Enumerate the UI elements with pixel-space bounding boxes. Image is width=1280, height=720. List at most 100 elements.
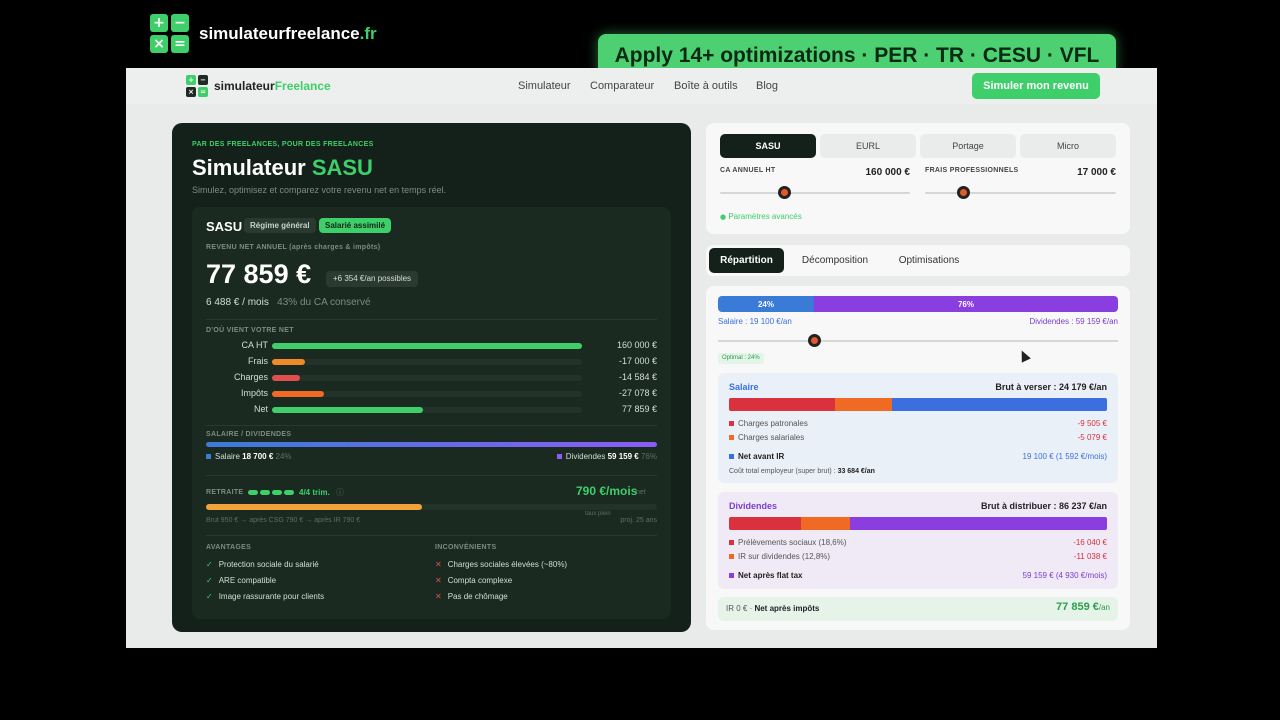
flow-bar — [272, 359, 305, 365]
dividendes-box-title: Dividendes — [729, 501, 778, 511]
flow-row: Net 77 859 € — [206, 404, 657, 416]
repartition-slider-handle[interactable] — [808, 334, 821, 347]
nav-logo[interactable]: + − × = simulateurFreelance — [186, 75, 331, 97]
avantage-text: Protection sociale du salarié — [218, 560, 319, 569]
tab-optimisations[interactable]: Optimisations — [886, 248, 972, 273]
minus-glyph: − — [198, 75, 208, 85]
frais-slider-handle[interactable] — [957, 186, 970, 199]
times-glyph: × — [186, 87, 196, 97]
ir-dividendes-row: IR sur dividendes (12,8%) -11 038 € — [729, 552, 1107, 561]
tab-decomposition[interactable]: Décomposition — [792, 248, 878, 273]
inconvenient-text: Compta complexe — [447, 576, 513, 585]
stack-segment — [834, 398, 892, 411]
dividendes-legend: Dividendes : 59 159 €/an — [1029, 317, 1118, 326]
status-tab-micro[interactable]: Micro — [1020, 134, 1116, 158]
nav-link-blog[interactable]: Blog — [756, 80, 778, 92]
trimestre-pill — [284, 490, 294, 495]
net-monthly-value: 6 488 € / mois — [206, 297, 269, 308]
status-tab-sasu[interactable]: SASU — [720, 134, 816, 158]
total-unit: /an — [1098, 603, 1110, 612]
flow-value: -14 584 € — [618, 372, 657, 382]
swatch — [729, 554, 734, 560]
flow-bar-track — [272, 407, 582, 413]
flow-value: 77 859 € — [621, 404, 657, 414]
retraite-label: RETRAITE — [206, 489, 244, 496]
divider — [206, 425, 657, 426]
trimestres-text: 4/4 trim. — [299, 488, 330, 497]
cross-icon: ✕ — [435, 560, 442, 569]
trimestres-indicator — [248, 490, 294, 495]
dividendes-label: Dividendes — [565, 452, 606, 461]
net-flat-tax-value: 59 159 € (4 930 €/mois) — [1022, 571, 1108, 580]
nav-link-simulateur[interactable]: Simulateur — [518, 80, 571, 92]
simuler-revenu-button[interactable]: Simuler mon revenu — [972, 73, 1100, 99]
cross-icon: ✕ — [435, 576, 442, 585]
prelevements-sociaux-row: Prélèvements sociaux (18,6%) -16 040 € — [729, 538, 1107, 547]
optimal-badge: Optimal : 24% — [718, 353, 764, 364]
flow-row: Frais -17 000 € — [206, 356, 657, 368]
page-title: Simulateur SASU — [192, 155, 373, 181]
divider — [206, 475, 657, 476]
dividendes-share-segment: 76% — [814, 296, 1118, 312]
ca-share: 43% du CA conservé — [277, 297, 371, 308]
charges-salariales-row: Charges salariales -5 079 € — [729, 433, 1107, 442]
title-accent: SASU — [311, 155, 373, 180]
advanced-params-link[interactable]: ● Paramètres avancés — [720, 212, 802, 221]
tagline: PAR DES FREELANCES, POUR DES FREELANCES — [192, 141, 374, 148]
salaire-pct: 24% — [275, 452, 292, 461]
split-legend-dividendes: Dividendes 59 159 € 76% — [556, 452, 657, 461]
flow-bar-track — [272, 343, 582, 349]
possible-gain-badge: +6 354 €/an possibles — [326, 271, 419, 287]
flow-bar-track — [272, 391, 582, 397]
brand-name-tld: .fr — [359, 23, 377, 43]
logo-accent: Freelance — [274, 79, 331, 93]
split-section-label: SALAIRE / DIVIDENDES — [206, 431, 292, 438]
net-apres-impots-value: 77 859 €/an — [1056, 601, 1110, 613]
repartition-panel: 24% 76% Salaire : 19 100 €/an Dividendes… — [706, 286, 1130, 630]
flow-bar-track — [272, 359, 582, 365]
status-tab-eurl[interactable]: EURL — [820, 134, 916, 158]
ca-slider-handle[interactable] — [778, 186, 791, 199]
simulation-controls: SASU EURL Portage Micro CA ANNUEL HT 160… — [706, 123, 1130, 234]
ca-slider-track[interactable] — [720, 192, 910, 194]
net-flat-tax-row: Net après flat tax 59 159 € (4 930 €/mois… — [729, 571, 1107, 580]
net-monthly: 6 488 € / mois 43% du CA conservé — [206, 297, 371, 308]
flow-bar — [272, 375, 301, 381]
nav-link-boite-a-outils[interactable]: Boîte à outils — [674, 80, 738, 92]
dividendes-breakdown: Dividendes Brut à distribuer : 86 237 €/… — [718, 492, 1118, 589]
stack-segment — [891, 398, 1107, 411]
stack-segment — [729, 517, 801, 530]
swatch — [729, 435, 734, 441]
flow-value: 160 000 € — [616, 340, 657, 350]
salaire-stack-bar — [729, 398, 1107, 411]
inconvenient-item: ✕ Pas de chômage — [435, 592, 508, 601]
frais-slider-track[interactable] — [925, 192, 1116, 194]
overlay-brand-name: simulateurfreelance.fr — [199, 24, 377, 44]
check-icon: ✓ — [206, 576, 213, 585]
net-avant-ir-label: Net avant IR — [738, 452, 785, 461]
divider — [206, 535, 657, 536]
result-tabs: Répartition Décomposition Optimisations — [706, 245, 1130, 276]
equals-glyph: = — [198, 87, 208, 97]
dividendes-stack-bar — [729, 517, 1107, 530]
flow-label: CA HT — [241, 340, 268, 350]
status-tab-portage[interactable]: Portage — [920, 134, 1016, 158]
frais-value: 17 000 € — [1077, 167, 1116, 178]
nav-link-comparateur[interactable]: Comparateur — [590, 80, 654, 92]
repartition-slider-track[interactable] — [718, 340, 1118, 342]
tab-repartition[interactable]: Répartition — [709, 248, 784, 273]
salaire-swatch — [206, 454, 211, 460]
page-subtitle: Simulez, optimisez et comparez votre rev… — [192, 185, 447, 195]
avantage-text: Image rassurante pour clients — [218, 592, 325, 601]
trimestre-pill — [260, 490, 270, 495]
cout-employeur-label: Coût total employeur (super brut) : — [729, 468, 838, 475]
ir-amount: IR 0 € — [726, 604, 748, 613]
app-screen: + − × = simulateurFreelance Simulateur C… — [126, 68, 1157, 648]
cout-employeur-value: 33 684 €/an — [837, 468, 875, 475]
net-apres-impots-summary: IR 0 € · Net après impôts 77 859 €/an — [718, 597, 1118, 621]
retraite-note: Brut 950 € → après CSG 790 € → après IR … — [206, 517, 361, 524]
simulator-result-panel: PAR DES FREELANCES, POUR DES FREELANCES … — [172, 123, 691, 632]
inconvenients-title: INCONVÉNIENTS — [435, 544, 497, 551]
info-icon[interactable]: ⓘ — [336, 487, 344, 498]
salaire-legend: Salaire : 19 100 €/an — [718, 317, 792, 326]
